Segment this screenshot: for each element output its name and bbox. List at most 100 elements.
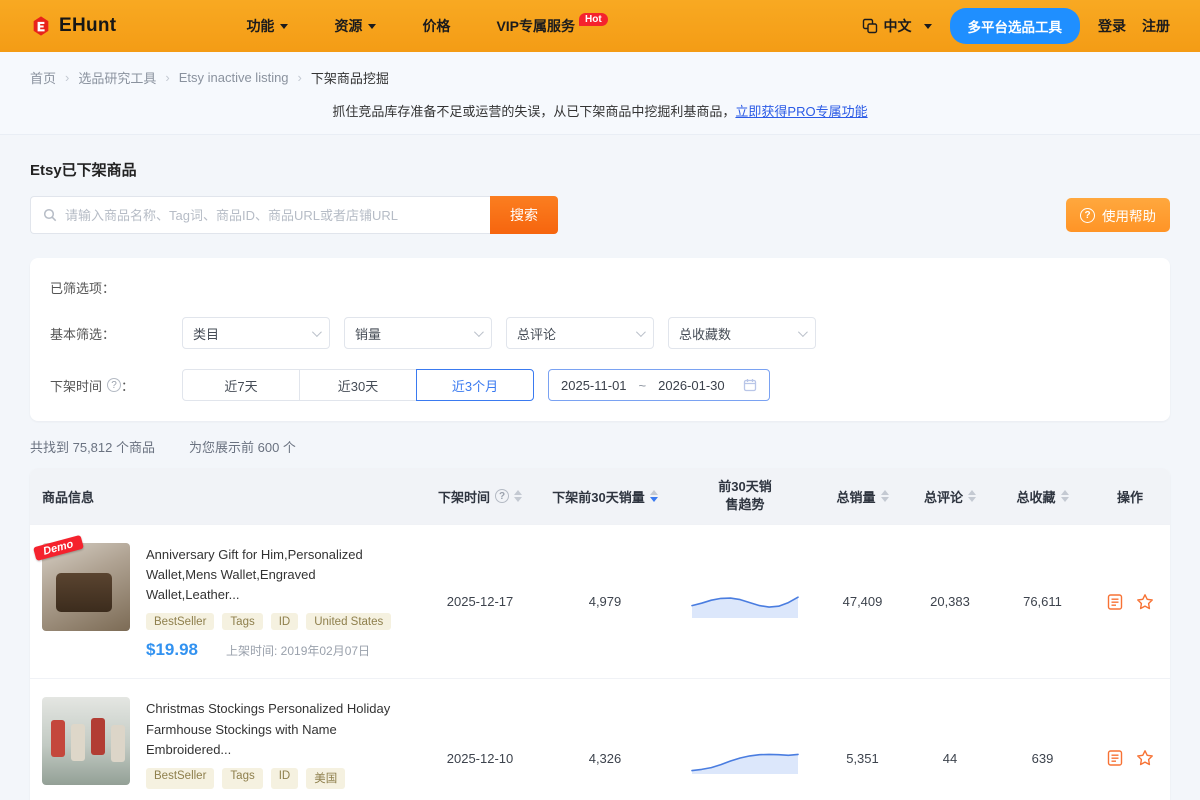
time-option-30d[interactable]: 近30天 bbox=[299, 369, 417, 401]
tag-chip: BestSeller bbox=[146, 768, 214, 789]
date-separator: ~ bbox=[639, 378, 647, 393]
table-row: Demo Anniversary Gift for Him,Personaliz… bbox=[30, 524, 1170, 678]
product-image[interactable]: Demo bbox=[42, 543, 130, 631]
basic-filter-label: 基本筛选： bbox=[50, 324, 182, 343]
header-sales-30d: 下架前30天销量 bbox=[540, 487, 670, 506]
tag-chip: Tags bbox=[222, 613, 262, 630]
menu-item-pricing[interactable]: 价格 bbox=[422, 16, 450, 36]
table-header-row: 商品信息 下架时间 ? 下架前30天销量 前30天销售趋势 总销量 总评论 总收… bbox=[30, 468, 1170, 524]
sales-dropdown[interactable]: 销量 bbox=[344, 317, 492, 349]
total-favorites-value: 639 bbox=[995, 751, 1090, 766]
calendar-icon bbox=[743, 378, 757, 392]
header-total-reviews: 总评论 bbox=[905, 487, 995, 506]
brand-name: EHunt bbox=[59, 15, 116, 37]
date-to[interactable]: 2026-01-30 bbox=[658, 378, 725, 393]
total-sales-value: 47,409 bbox=[820, 594, 905, 609]
multi-platform-tools-button[interactable]: 多平台选品工具 bbox=[950, 8, 1081, 44]
product-tags: BestSeller Tags ID 美国 bbox=[146, 768, 420, 789]
total-sales-value: 5,351 bbox=[820, 751, 905, 766]
help-button[interactable]: ? 使用帮助 bbox=[1066, 198, 1170, 232]
header-total-favorites: 总收藏 bbox=[995, 487, 1090, 506]
delist-time-value: 2025-12-10 bbox=[420, 751, 540, 766]
page-title: Etsy已下架商品 bbox=[30, 159, 1170, 180]
register-link[interactable]: 注册 bbox=[1142, 16, 1170, 36]
reviews-dropdown[interactable]: 总评论 bbox=[506, 317, 654, 349]
tag-chip: BestSeller bbox=[146, 613, 214, 630]
ehunt-logo[interactable]: EHunt bbox=[30, 15, 116, 37]
breadcrumb-research-tools[interactable]: 选品研究工具 bbox=[78, 68, 156, 87]
sort-icon[interactable] bbox=[1061, 490, 1069, 502]
time-option-7d[interactable]: 近7天 bbox=[182, 369, 300, 401]
listing-analysis-icon[interactable] bbox=[1106, 749, 1124, 767]
breadcrumb-separator: › bbox=[65, 70, 69, 85]
menu-item-resources[interactable]: 资源 bbox=[334, 16, 376, 36]
menu-item-vip[interactable]: VIP专属服务Hot bbox=[496, 16, 607, 36]
listing-analysis-icon[interactable] bbox=[1106, 593, 1124, 611]
delist-time-filter-label: 下架时间 ? ： bbox=[50, 376, 182, 395]
header-total-sales: 总销量 bbox=[820, 487, 905, 506]
sort-icon[interactable] bbox=[968, 490, 976, 502]
chevron-down-icon bbox=[312, 327, 322, 337]
sales-30d-value: 4,326 bbox=[540, 751, 670, 766]
delist-time-value: 2025-12-17 bbox=[420, 594, 540, 609]
tag-chip: ID bbox=[271, 613, 299, 630]
search-button[interactable]: 搜索 bbox=[490, 196, 558, 234]
product-title[interactable]: Christmas Stockings Personalized Holiday… bbox=[146, 699, 420, 759]
breadcrumb-etsy-inactive[interactable]: Etsy inactive listing bbox=[179, 70, 289, 85]
selected-filters-label: 已筛选项： bbox=[50, 278, 182, 297]
breadcrumb-separator: › bbox=[165, 70, 169, 85]
top-navbar: EHunt 功能 资源 价格 VIP专属服务Hot 中文 多平台选品工具 登录 … bbox=[0, 0, 1200, 52]
results-table: 商品信息 下架时间 ? 下架前30天销量 前30天销售趋势 总销量 总评论 总收… bbox=[30, 468, 1170, 800]
filter-panel: 已筛选项： 基本筛选： 类目 销量 总评论 总收藏数 下架时间 ? ： 近7天 … bbox=[30, 258, 1170, 421]
login-link[interactable]: 登录 bbox=[1098, 16, 1126, 36]
ehunt-logo-icon bbox=[30, 15, 52, 37]
breadcrumb-home[interactable]: 首页 bbox=[30, 68, 56, 87]
sort-icon[interactable] bbox=[514, 490, 522, 502]
header-zone: 首页 › 选品研究工具 › Etsy inactive listing › 下架… bbox=[0, 52, 1200, 135]
favorite-star-icon[interactable] bbox=[1136, 749, 1154, 767]
category-dropdown[interactable]: 类目 bbox=[182, 317, 330, 349]
search-input[interactable] bbox=[65, 208, 478, 223]
trend-sparkline bbox=[690, 585, 800, 619]
result-summary: 共找到 75,812 个商品 为您展示前 600 个 bbox=[30, 437, 1170, 456]
date-from[interactable]: 2025-11-01 bbox=[561, 378, 627, 393]
chevron-down-icon bbox=[924, 24, 932, 29]
pro-upgrade-link[interactable]: 立即获得PRO专属功能 bbox=[735, 104, 867, 119]
chevron-down-icon bbox=[798, 327, 808, 337]
sort-icon[interactable] bbox=[881, 490, 889, 502]
date-range-picker[interactable]: 2025-11-01 ~ 2026-01-30 bbox=[548, 369, 770, 401]
search-box bbox=[30, 196, 490, 234]
header-product-info: 商品信息 bbox=[30, 487, 420, 506]
table-row: Christmas Stockings Personalized Holiday… bbox=[30, 678, 1170, 800]
favorite-star-icon[interactable] bbox=[1136, 593, 1154, 611]
menu-item-features[interactable]: 功能 bbox=[246, 16, 288, 36]
tag-chip: United States bbox=[306, 613, 391, 630]
product-tags: BestSeller Tags ID United States bbox=[146, 613, 420, 630]
demo-badge: Demo bbox=[33, 535, 84, 561]
total-reviews-value: 44 bbox=[905, 751, 995, 766]
product-title[interactable]: Anniversary Gift for Him,Personalized Wa… bbox=[146, 545, 420, 605]
time-option-3m[interactable]: 近3个月 bbox=[416, 369, 534, 401]
breadcrumb-separator: › bbox=[298, 70, 302, 85]
tag-chip: 美国 bbox=[306, 768, 345, 789]
language-switcher[interactable]: 中文 bbox=[862, 16, 932, 36]
header-trend: 前30天销售趋势 bbox=[670, 478, 820, 513]
chevron-down-icon bbox=[636, 327, 646, 337]
product-price: $19.98 bbox=[146, 640, 198, 660]
navbar-right: 中文 多平台选品工具 登录 注册 bbox=[862, 8, 1171, 44]
time-range-segmented: 近7天 近30天 近3个月 bbox=[182, 369, 534, 401]
promo-text: 抓住竞品库存准备不足或运营的失误，从已下架商品中挖掘利基商品， bbox=[332, 104, 735, 119]
breadcrumb-current: 下架商品挖掘 bbox=[311, 68, 389, 87]
favorites-dropdown[interactable]: 总收藏数 bbox=[668, 317, 816, 349]
info-question-icon: ? bbox=[107, 378, 121, 392]
promo-notice: 抓住竞品库存准备不足或运营的失误，从已下架商品中挖掘利基商品，立即获得PRO专属… bbox=[0, 101, 1200, 120]
header-delist-time: 下架时间 ? bbox=[420, 487, 540, 506]
product-image[interactable] bbox=[42, 697, 130, 785]
trend-sparkline bbox=[690, 741, 800, 775]
main-menu: 功能 资源 价格 VIP专属服务Hot bbox=[246, 16, 861, 36]
sales-30d-value: 4,979 bbox=[540, 594, 670, 609]
question-circle-icon: ? bbox=[1080, 208, 1095, 223]
sort-icon[interactable] bbox=[650, 490, 658, 502]
chevron-down-icon bbox=[280, 24, 288, 29]
header-actions: 操作 bbox=[1090, 487, 1170, 506]
